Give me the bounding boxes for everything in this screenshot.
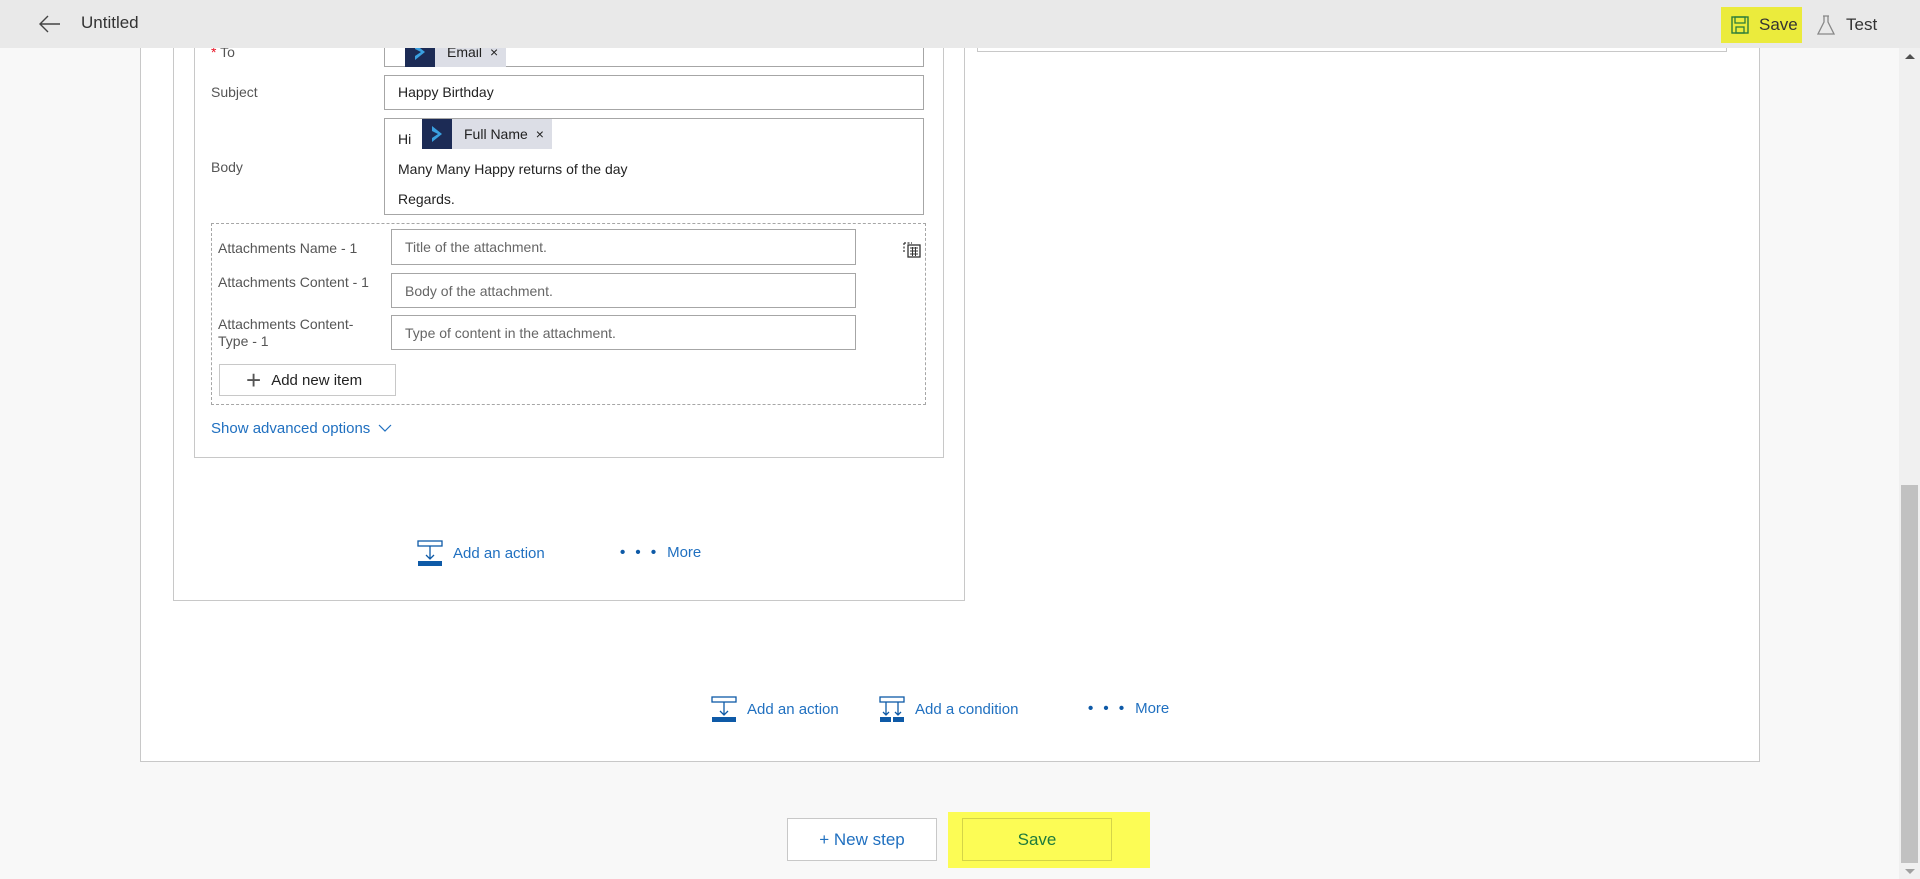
add-condition-icon — [879, 696, 905, 722]
add-action-icon — [417, 540, 443, 566]
chevron-down-icon — [378, 424, 392, 432]
show-advanced-options-link[interactable]: Show advanced options — [211, 420, 392, 437]
body-field[interactable]: Hi Full Name × Many Many Happy returns o… — [384, 118, 924, 215]
header-save-label: Save — [1759, 15, 1798, 34]
plus-icon: + — [246, 365, 262, 395]
attachments-name-label: Attachments Name - 1 — [218, 240, 358, 256]
attachments-type-label: Attachments Content-Type - 1 — [218, 316, 354, 349]
branch-add-action-button[interactable]: Add an action — [417, 540, 545, 566]
add-new-item-button[interactable]: + Add new item — [219, 364, 396, 396]
body-hi-text: Hi — [398, 131, 412, 147]
more-dots-icon: • • • — [1088, 700, 1128, 717]
add-action-label: Add an action — [747, 700, 839, 718]
attachments-content-input[interactable]: Body of the attachment. — [391, 273, 856, 308]
flask-icon — [1817, 15, 1835, 35]
placeholder: Title of the attachment. — [405, 239, 547, 255]
switch-to-array-icon[interactable] — [902, 239, 922, 259]
token-label: Full Name — [464, 126, 528, 142]
attachments-name-input[interactable]: Title of the attachment. — [391, 229, 856, 265]
header-test-button[interactable]: Test — [1817, 7, 1877, 43]
placeholder: Type of content in the attachment. — [405, 324, 616, 341]
header-save-button[interactable]: Save — [1721, 7, 1802, 43]
branch-more-button[interactable]: • • • More — [620, 544, 701, 561]
scroll-down-arrow[interactable] — [1899, 864, 1920, 879]
add-condition-button[interactable]: Add a condition — [879, 696, 1018, 722]
flow-title: Untitled — [81, 13, 139, 32]
new-step-button[interactable]: + New step — [787, 818, 937, 861]
attachments-type-input[interactable]: Type of content in the attachment. — [391, 315, 856, 350]
back-arrow-icon — [39, 15, 60, 33]
scroll-up-arrow[interactable] — [1899, 48, 1920, 64]
header-test-label: Test — [1846, 15, 1878, 34]
advanced-options-label: Show advanced options — [211, 420, 371, 437]
more-button[interactable]: • • • More — [1088, 700, 1169, 717]
more-label: More — [1135, 700, 1170, 717]
save-disk-icon — [1731, 16, 1749, 34]
add-action-label: Add an action — [453, 544, 545, 562]
add-new-item-label: Add new item — [271, 371, 363, 389]
subject-label: Subject — [211, 84, 258, 100]
body-line-3: Regards. — [398, 191, 455, 207]
top-bar: Untitled Save Test — [0, 0, 1920, 48]
body-line-2: Many Many Happy returns of the day — [398, 161, 628, 177]
remove-token-icon[interactable]: × — [536, 119, 552, 149]
back-button[interactable] — [38, 12, 62, 36]
save-button[interactable]: Save — [962, 818, 1112, 861]
subject-field[interactable]: Happy Birthday — [384, 75, 924, 110]
full-name-token: Full Name × — [422, 119, 552, 149]
add-action-button[interactable]: Add an action — [711, 696, 839, 722]
more-dots-icon: • • • — [620, 544, 660, 561]
add-action-icon — [711, 696, 737, 722]
scrollbar-thumb[interactable] — [1901, 485, 1918, 863]
placeholder: Body of the attachment. — [405, 282, 553, 299]
add-condition-label: Add a condition — [915, 700, 1019, 718]
subject-value: Happy Birthday — [398, 84, 494, 100]
attachments-content-label: Attachments Content - 1 — [218, 274, 369, 290]
dynamics-icon — [422, 119, 452, 149]
more-label: More — [667, 544, 702, 561]
body-label: Body — [211, 159, 243, 175]
